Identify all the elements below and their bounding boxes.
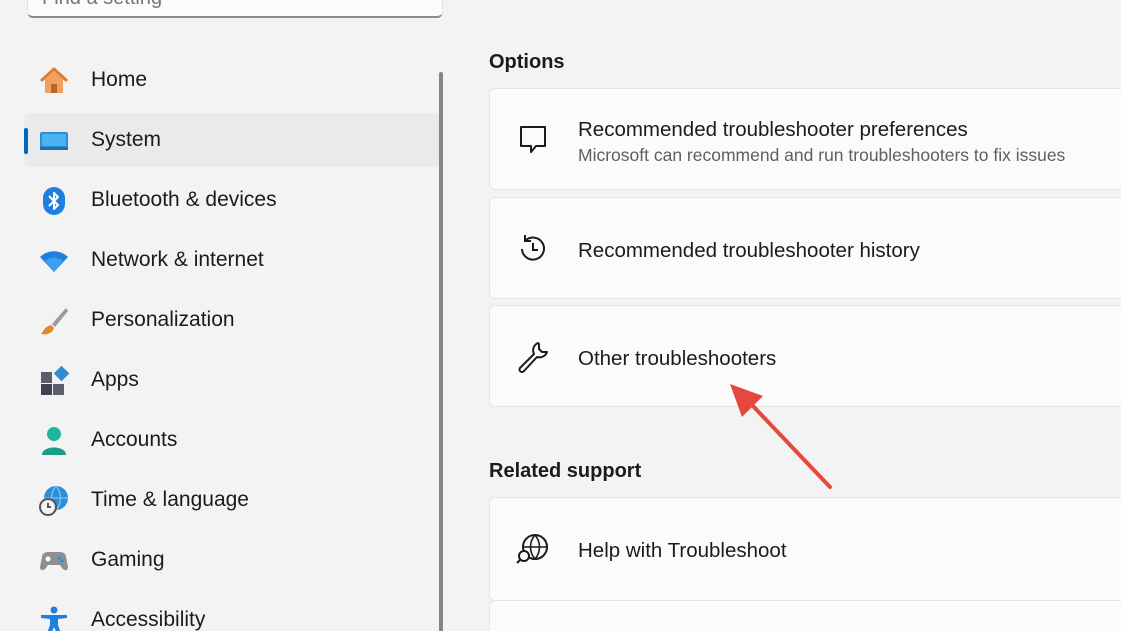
annotation-arrow — [730, 384, 832, 489]
